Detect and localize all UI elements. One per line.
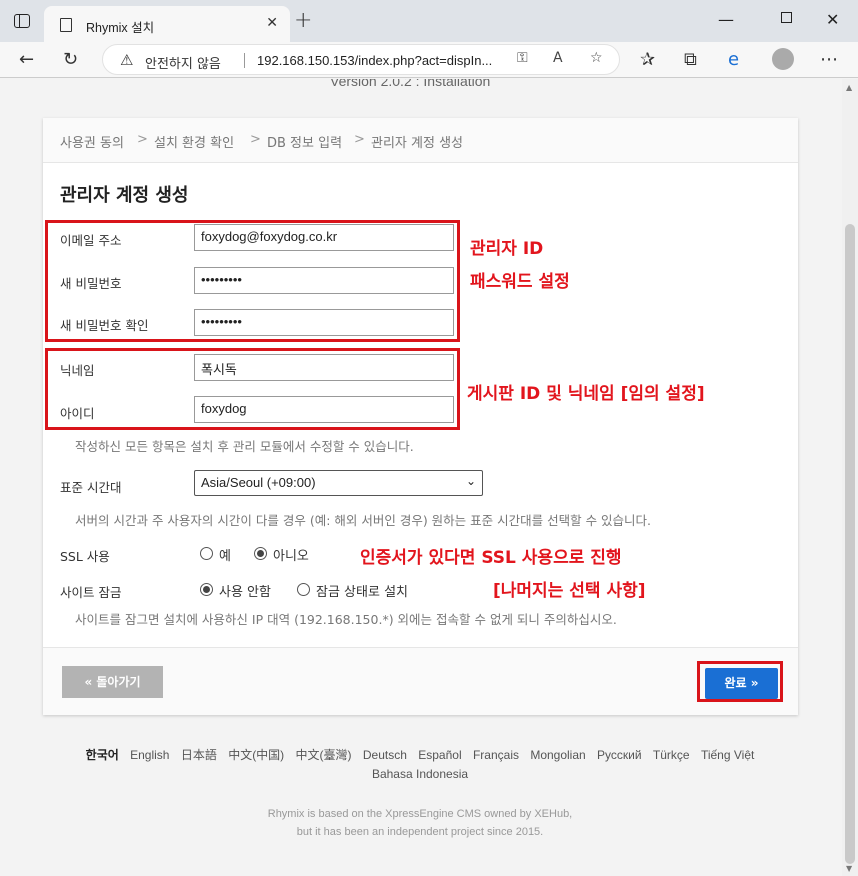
- complete-button-highlight: [697, 661, 783, 702]
- favorites-icon[interactable]: ✰: [640, 48, 655, 72]
- step-separator: >: [137, 132, 148, 147]
- id-fields-highlight: [45, 348, 460, 430]
- scroll-up-icon[interactable]: ▲: [846, 83, 852, 92]
- lang-es[interactable]: Español: [418, 748, 461, 762]
- version-text: Version 2.0.2 : Installation: [330, 79, 491, 89]
- read-aloud-icon[interactable]: A: [553, 50, 563, 66]
- step-separator: >: [354, 132, 365, 147]
- step-separator: >: [250, 132, 261, 147]
- profile-avatar[interactable]: [772, 48, 794, 70]
- step-admin-account: 관리자 계정 생성: [371, 136, 463, 151]
- back-button[interactable]: « 돌아가기: [62, 666, 163, 698]
- page-scrollbar[interactable]: ▲ ▼: [842, 79, 858, 876]
- chevron-down-icon: ⌄: [465, 474, 476, 488]
- annotation-optional: [나머지는 선택 사항]: [493, 581, 646, 601]
- admin-fields-highlight: [45, 220, 460, 342]
- ssl-no-label[interactable]: 아니오: [273, 545, 309, 564]
- step-license: 사용권 동의: [60, 136, 124, 151]
- lang-ru[interactable]: Русский: [597, 748, 642, 762]
- lock-off-radio[interactable]: [200, 583, 213, 596]
- edit-note: 작성하신 모든 항목은 설치 후 관리 모듈에서 수정할 수 있습니다.: [75, 439, 414, 454]
- lang-zh-cn[interactable]: 中文(中国): [228, 748, 284, 762]
- lang-zh-tw[interactable]: 中文(臺灣): [296, 748, 352, 762]
- lock-off-label[interactable]: 사용 안함: [219, 581, 271, 600]
- edge-icon[interactable]: e: [728, 48, 739, 72]
- timezone-note: 서버의 시간과 주 사용자의 시간이 다를 경우 (예: 해외 서버인 경우) …: [75, 513, 652, 528]
- page-title: 관리자 계정 생성: [60, 185, 189, 206]
- step-env-check: 설치 환경 확인: [154, 136, 235, 151]
- lock-note: 사이트를 잠그면 설치에 사용하신 IP 대역 (192.168.150.*) …: [75, 612, 617, 627]
- lang-ko[interactable]: 한국어: [86, 748, 119, 762]
- annotation-admin-id: 관리자 ID: [470, 239, 544, 259]
- page-viewport: Version 2.0.2 : Installation 사용권 동의 > 설치…: [0, 79, 858, 876]
- security-label[interactable]: 안전하지 않음: [145, 53, 221, 72]
- lang-id[interactable]: Bahasa Indonesia: [372, 767, 468, 781]
- browser-toolbar: ← ↻ ⚠ 안전하지 않음 192.168.150.153/index.php?…: [0, 42, 858, 78]
- annotation-password: 패스워드 설정: [470, 272, 570, 292]
- scrollbar-thumb[interactable]: [845, 224, 855, 864]
- credit-line-1: Rhymix is based on the XpressEngine CMS …: [267, 808, 573, 820]
- annotation-ssl: 인증서가 있다면 SSL 사용으로 진행: [360, 548, 622, 568]
- ssl-yes-label[interactable]: 예: [219, 545, 231, 564]
- lang-mn[interactable]: Mongolian: [530, 748, 585, 762]
- browser-tab[interactable]: Rhymix 설치 ✕: [44, 6, 290, 42]
- new-tab-icon[interactable]: +: [294, 8, 312, 33]
- scroll-down-icon[interactable]: ▼: [846, 864, 852, 873]
- minimize-icon[interactable]: —: [718, 10, 734, 29]
- close-tab-icon[interactable]: ✕: [266, 15, 278, 31]
- lang-de[interactable]: Deutsch: [363, 748, 407, 762]
- lang-en[interactable]: English: [130, 748, 169, 762]
- lang-vi[interactable]: Tiếng Việt: [701, 748, 754, 762]
- ssl-label: SSL 사용: [60, 549, 110, 564]
- address-bar[interactable]: ⚠ 안전하지 않음 192.168.150.153/index.php?act=…: [102, 44, 620, 75]
- ssl-no-radio[interactable]: [254, 547, 267, 560]
- timezone-value: Asia/Seoul (+09:00): [201, 475, 316, 490]
- url-text[interactable]: 192.168.150.153/index.php?act=dispIn...: [257, 53, 492, 68]
- tab-actions-icon[interactable]: [14, 14, 30, 28]
- tab-title: Rhymix 설치: [86, 21, 155, 35]
- step-db-info: DB 정보 입력: [267, 136, 343, 151]
- url-divider: [244, 53, 245, 68]
- refresh-icon[interactable]: ↻: [63, 48, 78, 72]
- lock-on-radio[interactable]: [297, 583, 310, 596]
- timezone-select[interactable]: Asia/Seoul (+09:00) ⌄: [194, 470, 483, 496]
- lang-tr[interactable]: Türkçe: [653, 748, 690, 762]
- lang-fr[interactable]: Français: [473, 748, 519, 762]
- timezone-label: 표준 시간대: [60, 480, 122, 495]
- browser-titlebar: Rhymix 설치 ✕ + — ✕: [0, 0, 858, 42]
- close-window-icon[interactable]: ✕: [826, 10, 839, 29]
- back-arrow-icon[interactable]: ←: [19, 48, 34, 72]
- annotation-board-id: 게시판 ID 및 닉네임 [임의 설정]: [467, 384, 705, 404]
- ssl-yes-radio[interactable]: [200, 547, 213, 560]
- collections-icon[interactable]: ⧉: [684, 48, 697, 72]
- more-icon[interactable]: ⋯: [820, 48, 838, 72]
- page-favicon-icon: [60, 18, 72, 32]
- maximize-icon[interactable]: [781, 12, 792, 23]
- language-list: 한국어 English 日本語 中文(中国) 中文(臺灣) Deutsch Es…: [60, 746, 780, 784]
- key-icon[interactable]: ⚿: [517, 50, 528, 66]
- add-favorite-icon[interactable]: ☆: [590, 50, 603, 66]
- warning-icon[interactable]: ⚠: [120, 51, 133, 69]
- lock-on-label[interactable]: 잠금 상태로 설치: [316, 581, 408, 600]
- credit-line-2: but it has been an independent project s…: [296, 826, 544, 838]
- breadcrumb: 사용권 동의 > 설치 환경 확인 > DB 정보 입력 > 관리자 계정 생성: [43, 118, 798, 163]
- lang-ja[interactable]: 日本語: [181, 748, 217, 762]
- form-footer: « 돌아가기 완료 »: [43, 647, 798, 715]
- site-lock-label: 사이트 잠금: [60, 585, 122, 600]
